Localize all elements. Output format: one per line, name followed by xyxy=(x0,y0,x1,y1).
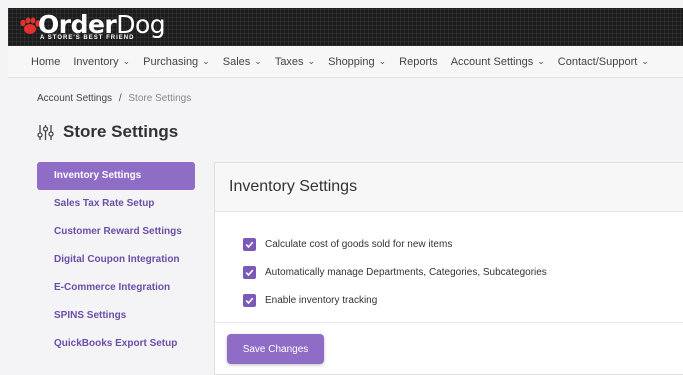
nav-item-shopping[interactable]: Shopping ⌄ xyxy=(328,56,386,68)
nav-item-inventory[interactable]: Inventory ⌄ xyxy=(73,56,130,68)
sidebar-item-inventory-settings[interactable]: Inventory Settings xyxy=(37,162,195,190)
chevron-down-icon: ⌄ xyxy=(307,56,316,66)
chevron-down-icon: ⌄ xyxy=(254,56,262,66)
inventory-tracking-label[interactable]: Enable inventory tracking xyxy=(265,295,377,306)
checkmark-icon xyxy=(245,297,254,304)
cogs-checkbox[interactable] xyxy=(243,237,256,251)
sidebar-item-customer-reward-settings[interactable]: Customer Reward Settings xyxy=(37,218,195,246)
option-row: Enable inventory tracking xyxy=(243,286,683,314)
auto-manage-departments-checkbox[interactable] xyxy=(243,265,256,279)
breadcrumb-current: Store Settings xyxy=(128,93,192,104)
chevron-down-icon: ⌄ xyxy=(537,56,545,66)
sidebar-item-quickbooks-export-setup[interactable]: QuickBooks Export Setup xyxy=(37,330,195,358)
save-changes-button[interactable]: Save Changes xyxy=(227,334,324,364)
auto-manage-departments-label[interactable]: Automatically manage Departments, Catego… xyxy=(265,267,547,278)
nav-item-reports[interactable]: Reports xyxy=(399,56,438,68)
logo-tagline: A STORE'S BEST FRIEND xyxy=(40,35,135,41)
page-header: Store Settings xyxy=(37,122,178,142)
breadcrumb-separator: / xyxy=(118,93,122,104)
nav-item-taxes[interactable]: Taxes ⌄ xyxy=(275,56,315,68)
chevron-down-icon: ⌄ xyxy=(378,56,387,66)
chevron-down-icon: ⌄ xyxy=(122,56,131,66)
page-title: Store Settings xyxy=(63,122,179,141)
cogs-label[interactable]: Calculate cost of goods sold for new ite… xyxy=(265,239,452,250)
nav-item-account-settings[interactable]: Account Settings ⌄ xyxy=(451,56,545,68)
sliders-icon xyxy=(37,124,54,140)
orderdog-logo[interactable]: OrderDog A STORE'S BEST FRIEND xyxy=(18,11,178,45)
inventory-settings-panel: Inventory Settings Calculate cost of goo… xyxy=(214,162,683,375)
option-row: Calculate cost of goods sold for new ite… xyxy=(243,230,683,258)
panel-divider xyxy=(215,322,683,323)
breadcrumb: Account Settings / Store Settings xyxy=(37,93,191,104)
chevron-down-icon: ⌄ xyxy=(202,56,210,66)
app-header: OrderDog A STORE'S BEST FRIEND xyxy=(8,8,683,46)
checkmark-icon xyxy=(245,241,254,248)
sidebar-item-sales-tax-rate-setup[interactable]: Sales Tax Rate Setup xyxy=(37,190,195,218)
main-nav: Home Inventory ⌄ Purchasing ⌄ Sales ⌄ Taxes… xyxy=(8,46,683,78)
chevron-down-icon: ⌄ xyxy=(641,56,649,66)
nav-item-purchasing[interactable]: Purchasing ⌄ xyxy=(143,56,210,68)
inventory-tracking-checkbox[interactable] xyxy=(243,293,256,307)
option-row: Automatically manage Departments, Catego… xyxy=(243,258,683,286)
breadcrumb-account-settings[interactable]: Account Settings xyxy=(37,93,112,104)
sidebar-item-spins-settings[interactable]: SPINS Settings xyxy=(37,302,195,330)
checkmark-icon xyxy=(245,269,254,276)
nav-item-sales[interactable]: Sales ⌄ xyxy=(223,56,262,68)
options-list: Calculate cost of goods sold for new ite… xyxy=(215,212,683,314)
nav-item-home[interactable]: Home xyxy=(31,56,60,68)
sidebar-item-digital-coupon-integration[interactable]: Digital Coupon Integration xyxy=(37,246,195,274)
settings-sidebar: Inventory Settings Sales Tax Rate Setup … xyxy=(37,162,195,358)
panel-header: Inventory Settings xyxy=(215,163,683,212)
nav-item-contact-support[interactable]: Contact/Support ⌄ xyxy=(558,56,649,68)
panel-title: Inventory Settings xyxy=(229,178,358,195)
sidebar-item-ecommerce-integration[interactable]: E-Commerce Integration xyxy=(37,274,195,302)
